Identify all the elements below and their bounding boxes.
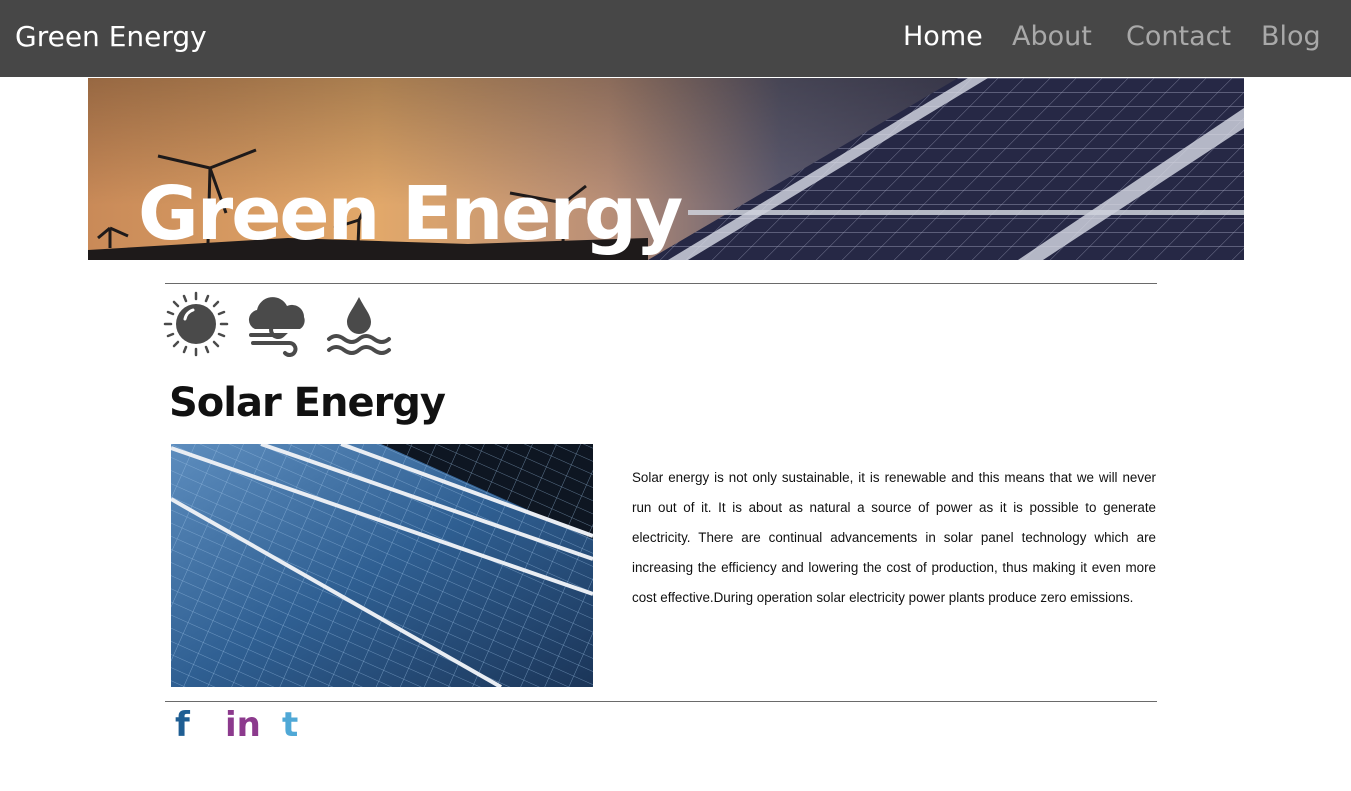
bottom-divider: [165, 701, 1157, 702]
nav-contact-link[interactable]: Contact: [1126, 21, 1231, 52]
solar-panel-image: [171, 444, 593, 687]
hero-title: Green Energy: [138, 171, 683, 257]
nav-about-link[interactable]: About: [1012, 21, 1092, 52]
top-divider: [165, 283, 1157, 284]
linkedin-icon[interactable]: in: [225, 708, 261, 742]
facebook-icon[interactable]: f: [175, 708, 190, 742]
navbar: Green Energy Home About Contact Blog: [0, 0, 1351, 77]
section-body: Solar energy is not only sustainable, it…: [632, 470, 1156, 605]
section-title: Solar Energy: [169, 380, 446, 426]
water-drop-icon: [327, 297, 391, 355]
cloud-wind-icon: [248, 297, 305, 357]
sun-icon: [163, 291, 229, 357]
twitter-icon[interactable]: t: [282, 708, 298, 742]
nav-home-link[interactable]: Home: [903, 21, 983, 52]
nav-blog-link[interactable]: Blog: [1261, 21, 1321, 52]
hero-banner: Green Energy: [88, 78, 1244, 260]
brand-link[interactable]: Green Energy: [15, 20, 207, 53]
